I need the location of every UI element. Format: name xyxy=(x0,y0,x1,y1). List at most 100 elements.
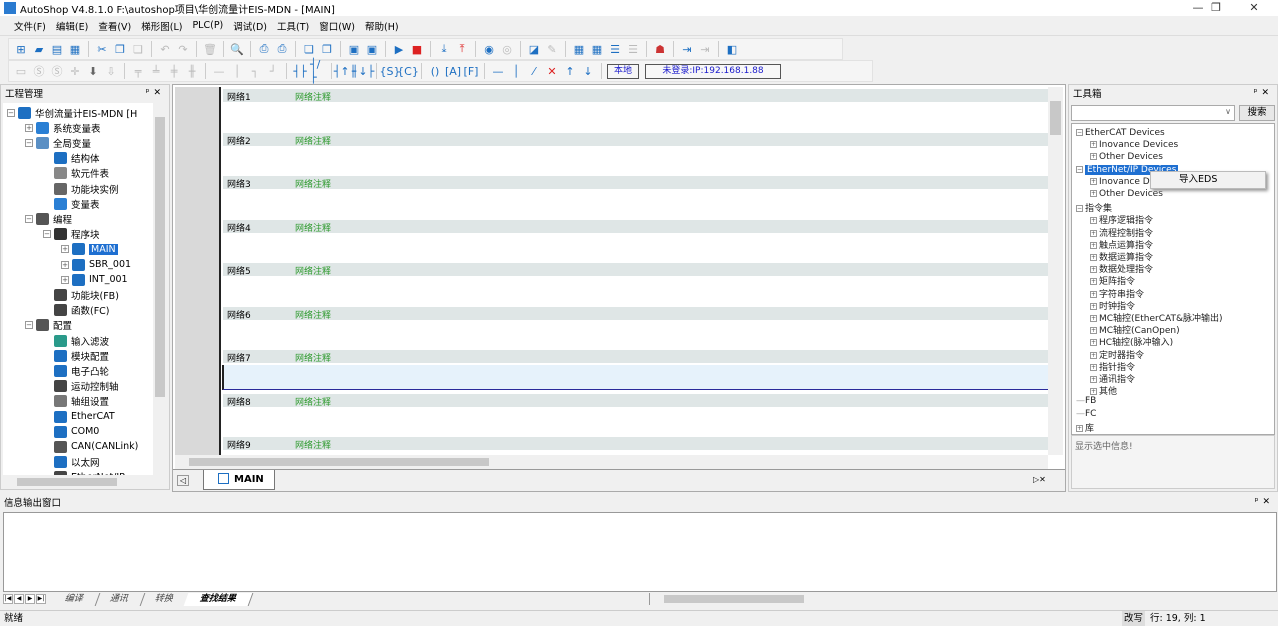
network-header[interactable]: 网络6 网络注释 xyxy=(223,306,1048,321)
close-button[interactable]: ✕ xyxy=(1236,0,1272,16)
project-tree-item[interactable]: 电子凸轮 xyxy=(43,363,109,378)
menu-debug[interactable]: 调试(D) xyxy=(233,19,267,33)
expand-icon[interactable]: + xyxy=(1090,351,1097,359)
new-icon[interactable]: ⊞ xyxy=(13,41,29,57)
project-tree-item[interactable]: 运动控制轴 xyxy=(43,379,119,394)
toolbox-item[interactable]: + 通讯指令 xyxy=(1090,372,1135,385)
branch4-icon[interactable]: ╫ xyxy=(184,63,200,79)
coil-icon[interactable]: () xyxy=(427,63,443,79)
toolbox-item[interactable]: + 定时器指令 xyxy=(1090,348,1144,361)
project-tree-item[interactable]: + INT_001 xyxy=(61,272,128,287)
toolbox-item[interactable]: + 触点运算指令 xyxy=(1090,238,1153,251)
network-header[interactable]: 网络7 网络注释 xyxy=(223,350,1048,364)
local-button[interactable]: 本地 xyxy=(607,63,640,79)
toolbox-item[interactable]: + 数据运算指令 xyxy=(1090,250,1153,263)
tab-comm[interactable]: 通讯 xyxy=(93,592,146,606)
branch-icon[interactable]: ╤ xyxy=(130,63,146,79)
compile-icon[interactable]: ▣ xyxy=(346,41,362,57)
printer-icon[interactable]: ⎙ xyxy=(274,41,290,57)
set-icon[interactable]: {S} xyxy=(380,63,401,79)
import-eds-menu-item[interactable]: 导入EDS xyxy=(1179,174,1217,185)
panel-pin-close[interactable]: ᵖ✕ xyxy=(146,88,165,98)
toolbox-item[interactable]: + 字符串指令 xyxy=(1090,287,1144,300)
panel-icon[interactable]: ◧ xyxy=(724,41,740,57)
network-header[interactable]: 网络2 网络注释 xyxy=(223,132,1048,147)
project-tree-item[interactable]: + MAIN xyxy=(61,242,118,257)
stop-icon[interactable]: ■ xyxy=(409,41,425,57)
last-tab-icon[interactable]: ▶| xyxy=(36,594,46,604)
maximize-button[interactable]: ❐ xyxy=(1198,0,1234,16)
expand-icon[interactable]: + xyxy=(1090,339,1097,347)
expand-icon[interactable]: + xyxy=(1090,141,1097,149)
compile-all-icon[interactable]: ▣ xyxy=(364,41,380,57)
toolbox-search-input[interactable]: ∨ xyxy=(1071,105,1235,121)
tab-nav-close[interactable]: ▷✕ xyxy=(1033,475,1046,484)
corner2-icon[interactable]: ┘ xyxy=(265,63,281,79)
editor-vscroll[interactable] xyxy=(1048,87,1063,455)
project-tree-item[interactable]: − 全局变量 xyxy=(25,135,91,150)
expand-icon[interactable]: + xyxy=(61,275,69,284)
expand-icon[interactable]: + xyxy=(25,123,33,132)
project-hscroll[interactable] xyxy=(3,475,153,489)
slash-icon[interactable]: ⁄ xyxy=(526,63,542,79)
toolbox-item[interactable]: + 流程控制指令 xyxy=(1090,226,1153,239)
project-tree-item[interactable]: 函数(FC) xyxy=(43,303,110,318)
collapse-icon[interactable]: − xyxy=(25,138,33,147)
project-tree-item[interactable]: 以太网 xyxy=(43,455,100,470)
project-tree-item[interactable]: − 配置 xyxy=(25,318,72,333)
print-preview-icon[interactable]: ⎙ xyxy=(256,41,272,57)
save-icon[interactable]: ▤ xyxy=(49,41,65,57)
ladder-editor[interactable]: 网络1 网络注释 网络2 网络注释 网络3 网络注释 网络4 网络注释 网络5 网络注释 网络6 网络… xyxy=(172,84,1066,492)
login-status-button[interactable]: 未登录:IP:192.168.1.88 xyxy=(645,63,782,79)
tab-find-results[interactable]: 查找结果 xyxy=(183,592,254,606)
toolbox-item[interactable]: + 程序逻辑指令 xyxy=(1090,213,1153,226)
align-off-icon[interactable]: ☰ xyxy=(625,41,641,57)
align-icon[interactable]: ☰ xyxy=(607,41,623,57)
download-icon[interactable]: ⤓ xyxy=(436,41,452,57)
paste-icon[interactable]: ❏ xyxy=(130,41,146,57)
toolbox-item[interactable]: + HC轴控(脉冲输入) xyxy=(1090,335,1173,348)
prev-tab-icon[interactable]: ◀ xyxy=(14,594,24,604)
down-arrow-icon[interactable]: ⬇ xyxy=(85,63,101,79)
function-a-icon[interactable]: [A] xyxy=(445,63,461,79)
network-comment[interactable]: 网络注释 xyxy=(295,134,331,147)
expand-icon[interactable]: + xyxy=(1090,290,1097,298)
expand-icon[interactable]: + xyxy=(1090,190,1097,197)
project-tree-item[interactable]: 输入滤波 xyxy=(43,333,109,348)
project-tree-item[interactable]: COM0 xyxy=(43,424,99,439)
expand-icon[interactable]: + xyxy=(1090,153,1097,161)
hline-draw-icon[interactable]: — xyxy=(490,63,506,79)
network-comment[interactable]: 网络注释 xyxy=(295,308,331,321)
copy-icon[interactable]: ❐ xyxy=(112,41,128,57)
first-tab-icon[interactable]: |◀ xyxy=(3,594,13,604)
toolbox-pin-close[interactable]: ᵖ✕ xyxy=(1254,88,1273,98)
expand-icon[interactable]: + xyxy=(1090,302,1097,310)
reset-icon[interactable]: {C} xyxy=(397,63,419,79)
expand-icon[interactable]: + xyxy=(1090,363,1097,371)
toolbox-item[interactable]: − 指令集 xyxy=(1076,201,1112,214)
nc-contact-icon[interactable]: ┤/├ xyxy=(310,58,326,84)
branch3-icon[interactable]: ╪ xyxy=(166,63,182,79)
up-arrow-icon[interactable]: ↑ xyxy=(562,63,578,79)
tab-compile[interactable]: 编译 xyxy=(48,592,101,606)
network-comment[interactable]: 网络注释 xyxy=(295,90,331,103)
collapse-icon[interactable]: − xyxy=(25,214,33,223)
edit-icon[interactable]: ✎ xyxy=(544,41,560,57)
upload-icon[interactable]: ⤒ xyxy=(454,41,470,57)
output-hscroll[interactable] xyxy=(649,593,1275,605)
expand-icon[interactable]: + xyxy=(1076,424,1083,432)
hline-icon[interactable]: — xyxy=(211,63,227,79)
rising-edge-icon[interactable]: ┤↑├ xyxy=(334,63,356,79)
window-switch-icon[interactable]: ❐ xyxy=(319,41,335,57)
expand-icon[interactable]: + xyxy=(1090,327,1097,335)
search-button[interactable]: 搜索 xyxy=(1239,105,1275,121)
project-tree-item[interactable]: − 程序块 xyxy=(43,227,100,242)
project-tree-item[interactable]: CAN(CANLink) xyxy=(43,439,138,454)
next-tab-icon[interactable]: ▶ xyxy=(25,594,35,604)
corner-icon[interactable]: ┐ xyxy=(247,63,263,79)
toolbox-item[interactable]: + 矩阵指令 xyxy=(1090,274,1135,287)
window-icon[interactable]: ❏ xyxy=(301,41,317,57)
network-header[interactable]: 网络8 网络注释 xyxy=(223,393,1048,408)
expand-icon[interactable]: + xyxy=(61,260,69,269)
network-comment[interactable]: 网络注释 xyxy=(295,177,331,190)
